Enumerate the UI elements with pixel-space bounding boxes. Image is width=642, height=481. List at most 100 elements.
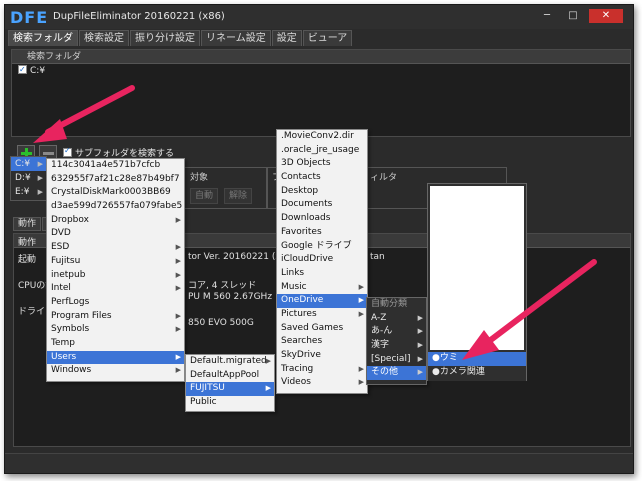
menu-item-label: Saved Games [281, 322, 344, 333]
menu-item[interactable]: iCloudDrive [277, 253, 367, 267]
menu-item[interactable]: Tracing ▶ [277, 363, 367, 377]
menu-item[interactable]: FUJITSU ▶ [186, 382, 274, 397]
status-bar [5, 453, 633, 473]
menu-item[interactable]: Links [277, 267, 367, 281]
checkbox-icon[interactable] [18, 63, 27, 77]
submenu-arrow-icon: ▶ [358, 282, 364, 291]
menu-item[interactable]: Saved Games [277, 322, 367, 336]
users-folder-menu: Default.migrated ▶ DefaultAppPool FUJITSU ▶ P… [185, 354, 275, 412]
menu-item[interactable]: ●ウミ [428, 352, 526, 366]
tab-sort-settings[interactable]: 振り分け設定 [130, 30, 200, 46]
release-button[interactable]: 解除 [224, 188, 253, 204]
menu-item[interactable]: Symbols ▶ [47, 323, 184, 337]
menu-item[interactable]: ●カメラ関連 [428, 366, 526, 380]
menu-item[interactable]: Pictures ▶ [277, 308, 367, 322]
submenu-arrow-icon: ▶ [175, 311, 181, 320]
checkbox-icon[interactable] [63, 146, 72, 157]
tab-search-folder[interactable]: 検索フォルダ [8, 30, 78, 46]
drive-item-d[interactable]: D:¥ ▶ [11, 171, 46, 185]
menu-item[interactable]: Google ドライブ [277, 240, 367, 254]
tab-action[interactable]: 動作 [13, 217, 42, 231]
menu-item[interactable]: Windows ▶ [47, 364, 184, 378]
menu-item[interactable]: OneDrive ▶ [277, 294, 367, 308]
menu-item[interactable]: .oracle_jre_usage [277, 144, 367, 158]
submenu-arrow-icon: ▶ [358, 378, 364, 387]
menu-item[interactable]: 632955f7af21c28e87b49bf7 [47, 173, 184, 187]
menu-item-label: 114c3041a4e571b7cfcb [51, 160, 161, 170]
menu-item[interactable]: Default.migrated ▶ [186, 355, 274, 369]
menu-item[interactable]: PerfLogs [47, 296, 184, 310]
menu-item-label: その他 [371, 367, 399, 378]
drive-menu: C:¥ ▶ D:¥ ▶ E:¥ ▶ [10, 156, 47, 201]
menu-item[interactable]: DVD [47, 227, 184, 241]
menu-item-label: Contacts [281, 172, 321, 183]
menu-item-label: Symbols [51, 324, 90, 335]
submenu-arrow-icon: ▶ [417, 368, 423, 377]
menu-item[interactable]: あ-ん ▶ [367, 325, 426, 339]
submenu-arrow-icon: ▶ [417, 354, 423, 363]
submenu-arrow-icon: ▶ [358, 296, 364, 305]
submenu-arrow-icon: ▶ [175, 243, 181, 252]
menu-item[interactable]: Public [186, 396, 274, 410]
submenu-arrow-icon: ▶ [265, 384, 271, 393]
menu-item[interactable]: ESD ▶ [47, 241, 184, 255]
submenu-arrow-icon: ▶ [175, 352, 181, 361]
menu-item[interactable]: 114c3041a4e571b7cfcb [47, 159, 184, 173]
menu-item-label: Program Files [51, 310, 112, 321]
submenu-arrow-icon: ▶ [175, 256, 181, 265]
close-button[interactable]: ✕ [589, 9, 623, 23]
menu-item[interactable]: inetpub ▶ [47, 269, 184, 283]
menu-item[interactable]: Fujitsu ▶ [47, 255, 184, 269]
tab-viewer[interactable]: ビューア [302, 30, 353, 46]
menu-item-label: Tracing [281, 363, 314, 374]
menu-item[interactable]: Intel ▶ [47, 282, 184, 296]
menu-item[interactable]: Searches [277, 335, 367, 349]
menu-item-label: .oracle_jre_usage [281, 144, 360, 155]
onedrive-folder-menu: 自動分類 A-Z ▶ あ-ん ▶ 漢字 ▶ [Special] ▶ その他 ▶ [366, 297, 427, 385]
menu-item[interactable]: A-Z ▶ [367, 312, 426, 326]
menu-item[interactable]: DefaultAppPool [186, 369, 274, 383]
menu-item[interactable]: Videos ▶ [277, 376, 367, 390]
other-folder-items: ●ウミ ●カメラ関連 [428, 352, 526, 381]
drive-item-e[interactable]: E:¥ ▶ [11, 185, 46, 199]
menu-item[interactable]: Contacts [277, 171, 367, 185]
tab-rename-settings[interactable]: リネーム設定 [201, 30, 271, 46]
menu-item-label: 漢字 [371, 340, 390, 351]
menu-item[interactable]: SkyDrive [277, 349, 367, 363]
menu-item[interactable]: Temp [47, 337, 184, 351]
auto-button[interactable]: 自動 [190, 188, 219, 204]
menu-item[interactable]: [Special] ▶ [367, 353, 426, 367]
menu-item[interactable]: Program Files ▶ [47, 310, 184, 324]
folder-list-item[interactable]: C:¥ [12, 63, 630, 78]
app-logo: DFE [10, 8, 49, 27]
menu-item-label: Favorites [281, 226, 322, 237]
menu-item[interactable]: .MovieConv2.dir [277, 130, 367, 144]
log-start-label: 起動 [18, 255, 37, 265]
menu-item[interactable]: Users ▶ [47, 350, 184, 365]
drive-item-c[interactable]: C:¥ ▶ [11, 157, 46, 171]
tab-search-settings[interactable]: 検索設定 [79, 30, 129, 46]
menu-item[interactable]: Downloads [277, 212, 367, 226]
menu-item-label: Users [51, 351, 77, 362]
menu-item[interactable]: その他 ▶ [367, 366, 426, 381]
menu-item[interactable]: d3ae599d726557fa079fabe5 [47, 200, 184, 214]
tab-settings[interactable]: 設定 [271, 30, 302, 46]
menu-item[interactable]: CrystalDiskMark0003BB69 [47, 186, 184, 200]
menu-item[interactable]: Favorites [277, 226, 367, 240]
menu-item-label: CrystalDiskMark0003BB69 [51, 187, 171, 198]
maximize-button[interactable]: □ [561, 9, 585, 23]
menu-item-label: [Special] [371, 353, 411, 364]
search-folder-list[interactable]: 検索フォルダ C:¥ [11, 49, 631, 137]
menu-item[interactable]: Documents [277, 198, 367, 212]
menu-item[interactable]: Desktop [277, 185, 367, 199]
menu-item[interactable]: Music ▶ [277, 281, 367, 295]
menu-item-label: Links [281, 267, 305, 278]
main-tabs: 検索フォルダ 検索設定 振り分け設定 リネーム設定 設定 ビューア [8, 30, 353, 46]
menu-item-label: 3D Objects [281, 158, 331, 169]
menu-item-label: PerfLogs [51, 296, 90, 307]
menu-item-label: Default.migrated [190, 356, 267, 366]
menu-item[interactable]: 3D Objects [277, 157, 367, 171]
minimize-button[interactable]: ─ [535, 9, 559, 23]
menu-item[interactable]: Dropbox ▶ [47, 214, 184, 228]
menu-item[interactable]: 漢字 ▶ [367, 339, 426, 353]
